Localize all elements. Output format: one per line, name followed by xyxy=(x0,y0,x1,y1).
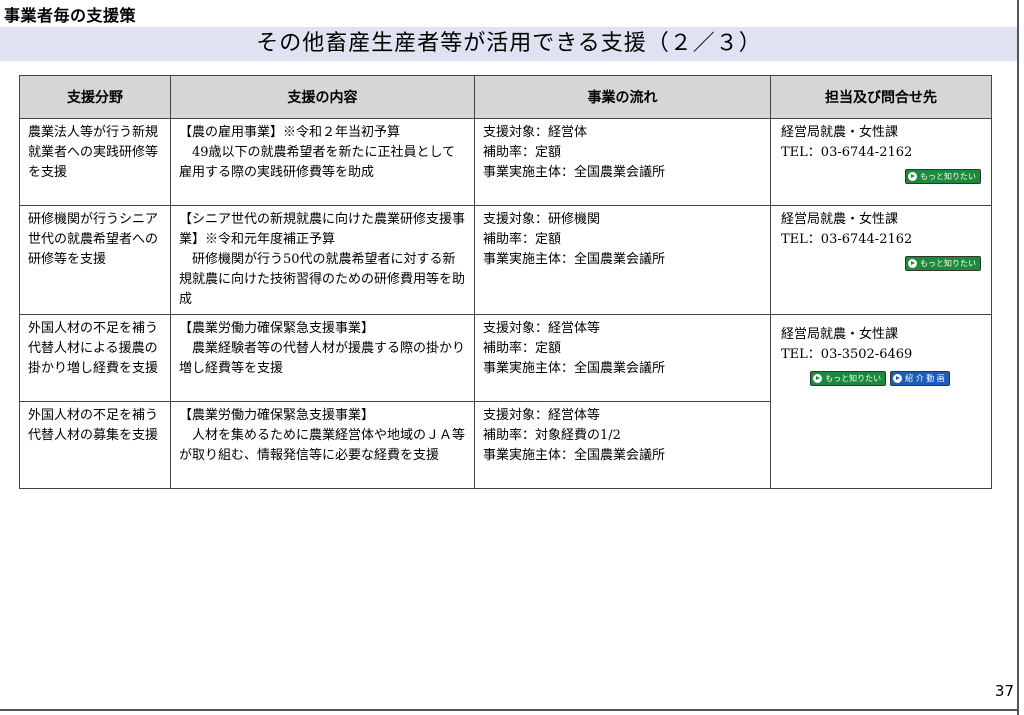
flow-subsidy-rate: 補助率：定額 xyxy=(483,232,562,247)
support-content-cell: 【シニア世代の新規就農に向けた農業研修支援事業】※令和元年度補正予算 研修機関が… xyxy=(170,205,475,315)
flow-implementer: 事業実施主体：全国農業会議所 xyxy=(483,361,666,376)
arrow-right-icon xyxy=(893,374,903,383)
table-header-row: 支援分野 支援の内容 事業の流れ 担当及び問合せ先 xyxy=(19,75,992,119)
intro-video-button[interactable]: 紹 介 動 画 xyxy=(890,371,950,386)
table-row: 研修機関が行うシニア世代の就農希望者への研修等を支援 【シニア世代の新規就農に向… xyxy=(19,205,992,315)
learn-more-label: もっと知りたい xyxy=(825,373,882,383)
support-field-cell: 外国人材の不足を補う代替人材の募集を支援 xyxy=(19,401,171,489)
contact-department: 経営局就農・女性課 xyxy=(781,212,899,227)
support-field-cell: 外国人材の不足を補う代替人材による援農の掛かり増し経費を支援 xyxy=(19,314,171,402)
contact-phone: TEL：03-6744-2162 xyxy=(781,232,913,247)
flow-subsidy-rate: 補助率：定額 xyxy=(483,145,562,160)
column-header-flow: 事業の流れ xyxy=(474,75,771,119)
program-title: 【農業労働力確保緊急支援事業】 xyxy=(179,408,375,423)
business-flow-cell: 支援対象：経営体等 補助率：定額 事業実施主体：全国農業会議所 xyxy=(474,314,771,402)
flow-target: 支援対象：経営体等 xyxy=(483,321,601,336)
support-content-cell: 【農業労働力確保緊急支援事業】 人材を集めるために農業経営体や地域のＪＡ等が取り… xyxy=(170,401,475,489)
column-header-content: 支援の内容 xyxy=(170,75,475,119)
column-header-contact: 担当及び問合せ先 xyxy=(770,75,992,119)
column-header-field: 支援分野 xyxy=(19,75,171,119)
slide-title: その他畜産生産者等が活用できる支援（２／３） xyxy=(256,31,762,56)
arrow-right-icon xyxy=(813,374,823,383)
program-title: 【農の雇用事業】※令和２年当初予算 xyxy=(179,125,401,140)
table-row: 農業法人等が行う新規就業者への実践研修等を支援 【農の雇用事業】※令和２年当初予… xyxy=(19,118,992,206)
support-content-cell: 【農の雇用事業】※令和２年当初予算 49歳以下の就農希望者を新たに正社員として雇… xyxy=(170,118,475,206)
flow-implementer: 事業実施主体：全国農業会議所 xyxy=(483,252,666,267)
flow-subsidy-rate: 補助率：定額 xyxy=(483,341,562,356)
learn-more-button[interactable]: もっと知りたい xyxy=(905,169,981,184)
arrow-right-icon xyxy=(908,172,917,181)
learn-more-button[interactable]: もっと知りたい xyxy=(905,256,981,271)
business-flow-cell: 支援対象：研修機関 補助率：定額 事業実施主体：全国農業会議所 xyxy=(474,205,771,315)
support-table: 支援分野 支援の内容 事業の流れ 担当及び問合せ先 農業法人等が行う新規就業者へ… xyxy=(19,75,992,489)
learn-more-label: もっと知りたい xyxy=(920,171,976,181)
frame-border-bottom xyxy=(0,709,1018,711)
intro-video-label: 紹 介 動 画 xyxy=(905,373,945,383)
contact-department: 経営局就農・女性課 xyxy=(781,327,899,342)
program-description: 研修機関が行う50代の就農希望者に対する新規就農に向けた技術習得のための研修費用… xyxy=(179,252,466,307)
program-description: 農業経験者等の代替人材が援農する際の掛かり増し経費等を支援 xyxy=(179,341,466,376)
page-number: 37 xyxy=(994,682,1014,700)
flow-target: 支援対象：研修機関 xyxy=(483,212,601,227)
program-description: 人材を集めるために農業経営体や地域のＪＡ等が取り組む、情報発信等に必要な経費を支… xyxy=(179,428,466,463)
learn-more-button[interactable]: もっと知りたい xyxy=(810,371,887,386)
support-field-cell: 農業法人等が行う新規就業者への実践研修等を支援 xyxy=(19,118,171,206)
program-title: 【シニア世代の新規就農に向けた農業研修支援事業】※令和元年度補正予算 xyxy=(179,212,466,247)
table-row: 外国人材の不足を補う代替人材による援農の掛かり増し経費を支援 【農業労働力確保緊… xyxy=(19,314,992,489)
contact-cell: 経営局就農・女性課 TEL：03-6744-2162 もっと知りたい xyxy=(770,118,992,206)
flow-implementer: 事業実施主体：全国農業会議所 xyxy=(483,448,666,463)
program-title: 【農業労働力確保緊急支援事業】 xyxy=(179,321,375,336)
flow-target: 支援対象：経営体 xyxy=(483,125,588,140)
business-flow-cell: 支援対象：経営体 補助率：定額 事業実施主体：全国農業会議所 xyxy=(474,118,771,206)
arrow-right-icon xyxy=(908,259,917,268)
contact-department: 経営局就農・女性課 xyxy=(781,125,899,140)
flow-target: 支援対象：経営体等 xyxy=(483,408,601,423)
learn-more-label: もっと知りたい xyxy=(920,258,976,268)
contact-cell: 経営局就農・女性課 TEL：03-6744-2162 もっと知りたい xyxy=(770,205,992,315)
flow-implementer: 事業実施主体：全国農業会議所 xyxy=(483,165,666,180)
frame-border-right xyxy=(1017,0,1019,715)
program-description: 49歳以下の就農希望者を新たに正社員として雇用する際の実践研修費等を助成 xyxy=(179,145,456,180)
support-field-cell: 研修機関が行うシニア世代の就農希望者への研修等を支援 xyxy=(19,205,171,315)
business-flow-cell: 支援対象：経営体等 補助率：対象経費の1/2 事業実施主体：全国農業会議所 xyxy=(474,401,771,489)
support-content-cell: 【農業労働力確保緊急支援事業】 農業経験者等の代替人材が援農する際の掛かり増し経… xyxy=(170,314,475,402)
section-title: 事業者毎の支援策 xyxy=(4,6,137,25)
contact-phone: TEL：03-6744-2162 xyxy=(781,145,913,160)
contact-phone: TEL：03-3502-6469 xyxy=(781,347,913,362)
contact-cell: 経営局就農・女性課 TEL：03-3502-6469 もっと知りたい 紹 介 動… xyxy=(770,314,992,489)
flow-subsidy-rate: 補助率：対象経費の1/2 xyxy=(483,428,621,443)
